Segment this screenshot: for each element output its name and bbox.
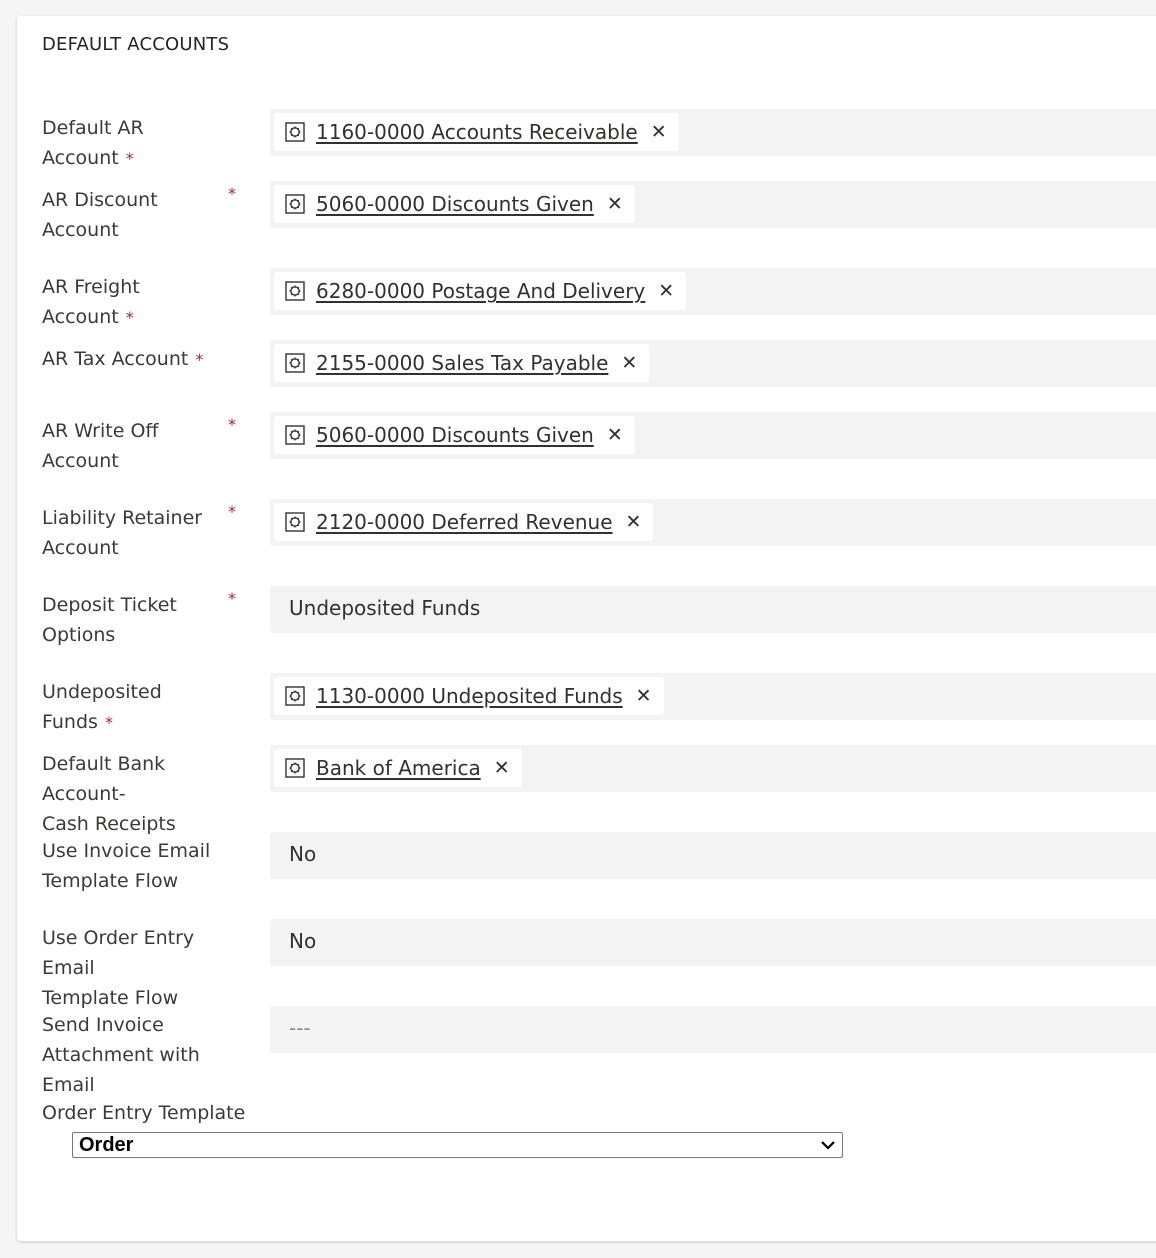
lookup-link[interactable]: 5060-0000 Discounts Given <box>316 192 594 216</box>
lookup-link[interactable]: 1160-0000 Accounts Receivable <box>316 120 638 144</box>
required-marker: * <box>228 502 236 521</box>
account-record-icon <box>284 685 306 707</box>
field-label-line: Cash Receipts <box>42 813 176 835</box>
field-label-line: Options <box>42 624 116 646</box>
lookup-tag: 1130-0000 Undeposited Funds ✕ <box>274 677 664 715</box>
field-label-line: Default Bank Account- <box>42 753 166 805</box>
field-label-line: Send Invoice <box>42 1014 164 1036</box>
field-label-line: AR Write Off <box>42 420 159 442</box>
field-label-line: Default AR Account * <box>42 117 144 169</box>
field-label: Use Invoice Email Template Flow <box>42 836 227 896</box>
field-label: Liability Retainer Account <box>42 503 227 563</box>
required-marker: * <box>228 589 236 608</box>
field-label-line: AR Discount <box>42 189 158 211</box>
required-marker: * <box>195 350 204 369</box>
field-label-line: Account <box>42 450 119 472</box>
field-label-line: Liability Retainer <box>42 507 203 529</box>
lookup-tag: 5060-0000 Discounts Given ✕ <box>274 416 635 454</box>
required-marker: * <box>125 149 134 168</box>
lookup-link[interactable]: 1130-0000 Undeposited Funds <box>316 684 623 708</box>
required-marker: * <box>228 184 236 203</box>
field-value: Undeposited Funds <box>289 596 481 620</box>
field-label: Default Bank Account- Cash Receipts <box>42 749 227 839</box>
field-label: Deposit Ticket Options <box>42 590 227 650</box>
close-icon[interactable]: ✕ <box>636 686 652 706</box>
field-label: AR Tax Account * <box>42 344 227 375</box>
field-input[interactable]: No <box>270 832 1156 879</box>
required-marker: * <box>228 415 236 434</box>
lookup-tag: 6280-0000 Postage And Delivery ✕ <box>274 272 687 310</box>
field-input[interactable]: 2155-0000 Sales Tax Payable ✕ <box>270 340 1156 387</box>
close-icon[interactable]: ✕ <box>658 281 674 301</box>
close-icon[interactable]: ✕ <box>607 194 623 214</box>
field-input[interactable]: 1160-0000 Accounts Receivable ✕ <box>270 109 1156 156</box>
section-title: DEFAULT ACCOUNTS <box>42 34 230 55</box>
field-label-line: Undeposited Funds * <box>42 681 162 733</box>
close-icon[interactable]: ✕ <box>607 425 623 445</box>
order-entry-template-value: Order <box>79 1133 134 1156</box>
field-input[interactable]: 2120-0000 Deferred Revenue ✕ <box>270 499 1156 546</box>
field-label: AR Write Off Account <box>42 416 227 476</box>
field-label: Use Order Entry Email Template Flow <box>42 923 227 1013</box>
field-input[interactable]: --- <box>270 1006 1156 1053</box>
close-icon[interactable]: ✕ <box>626 512 642 532</box>
lookup-tag: 2155-0000 Sales Tax Payable ✕ <box>274 344 650 382</box>
close-icon[interactable]: ✕ <box>494 758 510 778</box>
account-record-icon <box>284 193 306 215</box>
close-icon[interactable]: ✕ <box>621 353 637 373</box>
account-record-icon <box>284 352 306 374</box>
field-input[interactable]: Bank of America ✕ <box>270 745 1156 792</box>
close-icon[interactable]: ✕ <box>651 122 667 142</box>
field-label: Send Invoice Attachment with Email <box>42 1010 227 1100</box>
field-value: No <box>289 842 317 866</box>
lookup-tag: 5060-0000 Discounts Given ✕ <box>274 185 635 223</box>
field-input[interactable]: 1130-0000 Undeposited Funds ✕ <box>270 673 1156 720</box>
account-record-icon <box>284 511 306 533</box>
field-label: AR Freight Account * <box>42 272 227 333</box>
chevron-down-icon <box>821 1141 835 1150</box>
field-label-line: Deposit Ticket <box>42 594 177 616</box>
account-record-icon <box>284 121 306 143</box>
field-input[interactable]: Undeposited Funds <box>270 586 1156 633</box>
field-label-line: Attachment with Email <box>42 1044 200 1096</box>
required-marker: * <box>125 308 134 327</box>
order-entry-template-select[interactable]: Order <box>72 1132 843 1158</box>
account-record-icon <box>284 424 306 446</box>
lookup-link[interactable]: 6280-0000 Postage And Delivery <box>316 279 645 303</box>
account-record-icon <box>284 757 306 779</box>
field-input[interactable]: 6280-0000 Postage And Delivery ✕ <box>270 268 1156 315</box>
field-value: No <box>289 929 317 953</box>
field-label: Undeposited Funds * <box>42 677 227 738</box>
lookup-tag: Bank of America ✕ <box>274 749 522 787</box>
lookup-link[interactable]: 2120-0000 Deferred Revenue <box>316 510 613 534</box>
field-label-line: Template Flow <box>42 870 179 892</box>
required-marker: * <box>104 713 113 732</box>
field-label: AR Discount Account <box>42 185 227 245</box>
field-label: Default AR Account * <box>42 113 227 174</box>
account-record-icon <box>284 280 306 302</box>
field-label-line: Use Invoice Email <box>42 840 211 862</box>
order-entry-template-label: Order Entry Template <box>42 1102 246 1124</box>
lookup-link[interactable]: 5060-0000 Discounts Given <box>316 423 594 447</box>
field-label-line: Template Flow <box>42 987 179 1009</box>
field-label-line: Account <box>42 537 119 559</box>
field-label-line: Use Order Entry Email <box>42 927 195 979</box>
field-input[interactable]: 5060-0000 Discounts Given ✕ <box>270 412 1156 459</box>
field-label-line: Account <box>42 219 119 241</box>
field-input[interactable]: No <box>270 919 1156 966</box>
default-accounts-card: DEFAULT ACCOUNTS Default AR Account * 1160… <box>17 16 1156 1241</box>
lookup-link[interactable]: 2155-0000 Sales Tax Payable <box>316 351 608 375</box>
lookup-link[interactable]: Bank of America <box>316 756 481 780</box>
field-value: --- <box>289 1016 311 1040</box>
lookup-tag: 1160-0000 Accounts Receivable ✕ <box>274 113 679 151</box>
field-input[interactable]: 5060-0000 Discounts Given ✕ <box>270 181 1156 228</box>
field-label-line: AR Tax Account * <box>42 348 204 370</box>
lookup-tag: 2120-0000 Deferred Revenue ✕ <box>274 503 654 541</box>
field-label-line: AR Freight Account * <box>42 276 140 328</box>
